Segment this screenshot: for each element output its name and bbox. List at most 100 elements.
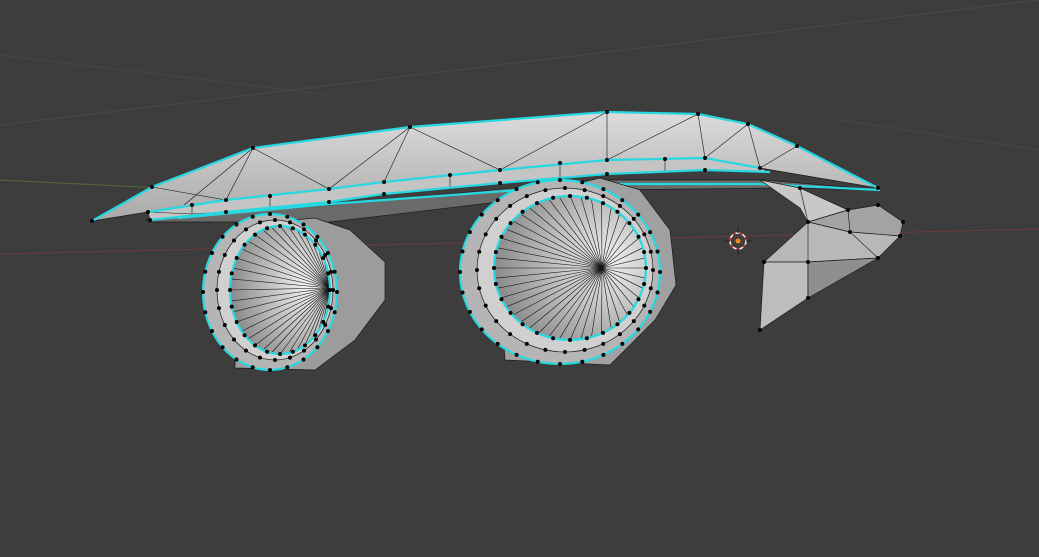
mesh-vertex xyxy=(483,303,488,308)
mesh-vertex xyxy=(479,327,484,332)
mesh-vertex xyxy=(313,242,318,247)
mesh-vertex xyxy=(795,144,799,148)
mesh-vertex xyxy=(655,249,660,254)
mesh-vertex xyxy=(467,309,472,314)
mesh-vertex xyxy=(224,198,228,202)
mesh-vertex xyxy=(332,269,337,274)
mesh-vertex xyxy=(301,357,306,362)
mesh-vertex xyxy=(460,249,465,254)
mesh-vertex xyxy=(563,350,567,354)
tail-mesh[interactable] xyxy=(759,179,904,331)
mesh-vertex xyxy=(315,234,320,239)
mesh-vertex xyxy=(696,112,700,116)
mesh-vertex xyxy=(382,180,386,184)
wing-mesh[interactable] xyxy=(91,110,881,223)
mesh-vertex xyxy=(655,290,660,295)
mesh-vertex xyxy=(190,203,194,207)
mesh-vertex xyxy=(495,198,500,203)
3d-viewport[interactable] xyxy=(0,0,1039,557)
mesh-vertex xyxy=(234,222,239,227)
mesh-vertex xyxy=(648,230,653,235)
mesh-vertex xyxy=(520,322,525,327)
mesh-vertex xyxy=(498,168,502,172)
mesh-vertex xyxy=(273,358,277,362)
mesh-vertex xyxy=(321,320,326,324)
mesh-vertex xyxy=(90,219,94,223)
left-cylinder-mesh[interactable] xyxy=(201,212,386,372)
mesh-vertex xyxy=(302,227,306,232)
grid-line xyxy=(0,0,1039,126)
mesh-vertex xyxy=(234,256,239,260)
mesh-vertex xyxy=(508,310,513,315)
mesh-vertex xyxy=(631,216,636,221)
mesh-vertex xyxy=(848,230,852,234)
mesh-vertex xyxy=(203,269,208,274)
mesh-vertex xyxy=(524,194,529,199)
mesh-vertex xyxy=(222,253,227,257)
mesh-vertex xyxy=(601,194,606,199)
mesh-vertex xyxy=(648,309,653,314)
right-cylinder-mesh[interactable] xyxy=(458,177,677,366)
mesh-vertex xyxy=(703,156,707,160)
mesh-vertex xyxy=(210,251,214,255)
mesh-vertex xyxy=(222,323,227,327)
mesh-vertex xyxy=(746,122,750,126)
mesh-vertex xyxy=(268,368,272,372)
mesh-vertex xyxy=(220,234,225,239)
mesh-vertex xyxy=(627,310,632,315)
mesh-vertex xyxy=(265,226,270,231)
mesh-vertex xyxy=(148,218,152,222)
mesh-vertex xyxy=(605,172,609,176)
mesh-vertex xyxy=(615,209,620,214)
mesh-vertex xyxy=(232,337,236,342)
mesh-vertex xyxy=(636,297,641,302)
mesh-vertex xyxy=(499,297,504,302)
mesh-vertex xyxy=(477,249,482,254)
mesh-vertex xyxy=(876,256,880,260)
mesh-vertex xyxy=(382,192,386,196)
mesh-vertex xyxy=(601,201,605,206)
grid-line xyxy=(839,119,1039,151)
mesh-vertex xyxy=(493,282,498,286)
mesh-vertex xyxy=(285,365,290,370)
mesh-vertex xyxy=(876,203,880,207)
mesh-vertex xyxy=(636,234,641,239)
mesh-vertex xyxy=(146,210,150,214)
mesh-vertex xyxy=(217,306,221,311)
mesh-vertex xyxy=(631,319,636,324)
mesh-vertex xyxy=(301,222,306,227)
mesh-vertex xyxy=(627,221,632,226)
mesh-vertex xyxy=(584,336,589,341)
mesh-vertex xyxy=(290,226,295,231)
mesh-vertex xyxy=(242,242,247,247)
mesh-vertex xyxy=(642,303,647,308)
mesh-vertex xyxy=(508,203,513,208)
mesh-vertex xyxy=(217,269,221,274)
mesh-vertex xyxy=(605,110,609,114)
mesh-vertex xyxy=(253,232,257,237)
mesh-vertex xyxy=(234,320,239,324)
mesh-vertex xyxy=(558,161,562,165)
mesh-vertex xyxy=(642,282,647,286)
mesh-vertex xyxy=(876,186,880,190)
mesh-vertex xyxy=(215,288,219,292)
mesh-vertex xyxy=(563,186,567,190)
mesh-vertex xyxy=(508,332,513,337)
mesh-vertex xyxy=(658,270,662,274)
mesh-vertex xyxy=(201,290,205,294)
mesh-vertex xyxy=(617,332,622,337)
mesh-vertex xyxy=(314,337,318,342)
mesh-vertex xyxy=(520,209,525,214)
mesh-vertex xyxy=(535,359,540,364)
mesh-vertex xyxy=(514,352,519,357)
mesh-vertex xyxy=(558,178,562,182)
3d-cursor-icon[interactable] xyxy=(724,227,752,255)
mesh-vertex xyxy=(901,220,905,224)
mesh-vertex xyxy=(644,266,648,270)
mesh-vertex xyxy=(535,180,540,185)
mesh-vertex xyxy=(601,187,606,192)
mesh-vertex xyxy=(535,201,539,206)
mesh-vertex xyxy=(258,220,262,225)
mesh-vertex xyxy=(535,330,539,335)
mesh-vertex xyxy=(798,186,802,190)
